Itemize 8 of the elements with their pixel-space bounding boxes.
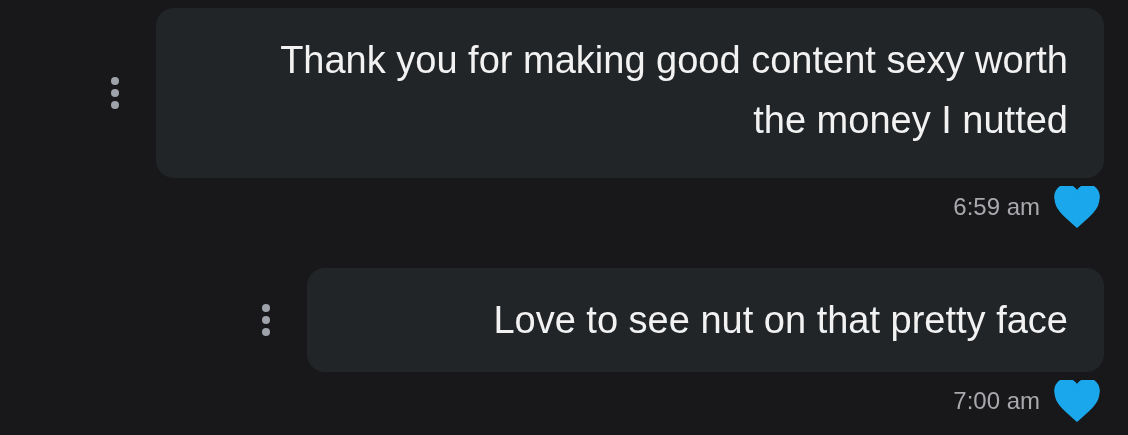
message-time: 7:00 am bbox=[953, 387, 1040, 415]
heart-icon[interactable] bbox=[1054, 186, 1100, 228]
message-bubble: Thank you for making good content sexy worth the money I nutted bbox=[156, 8, 1104, 178]
more-options-icon[interactable] bbox=[261, 303, 271, 337]
message-time: 6:59 am bbox=[953, 193, 1040, 221]
heart-icon[interactable] bbox=[1054, 380, 1100, 422]
message-bubble: Love to see nut on that pretty face bbox=[307, 268, 1104, 372]
more-options-icon[interactable] bbox=[110, 76, 120, 110]
